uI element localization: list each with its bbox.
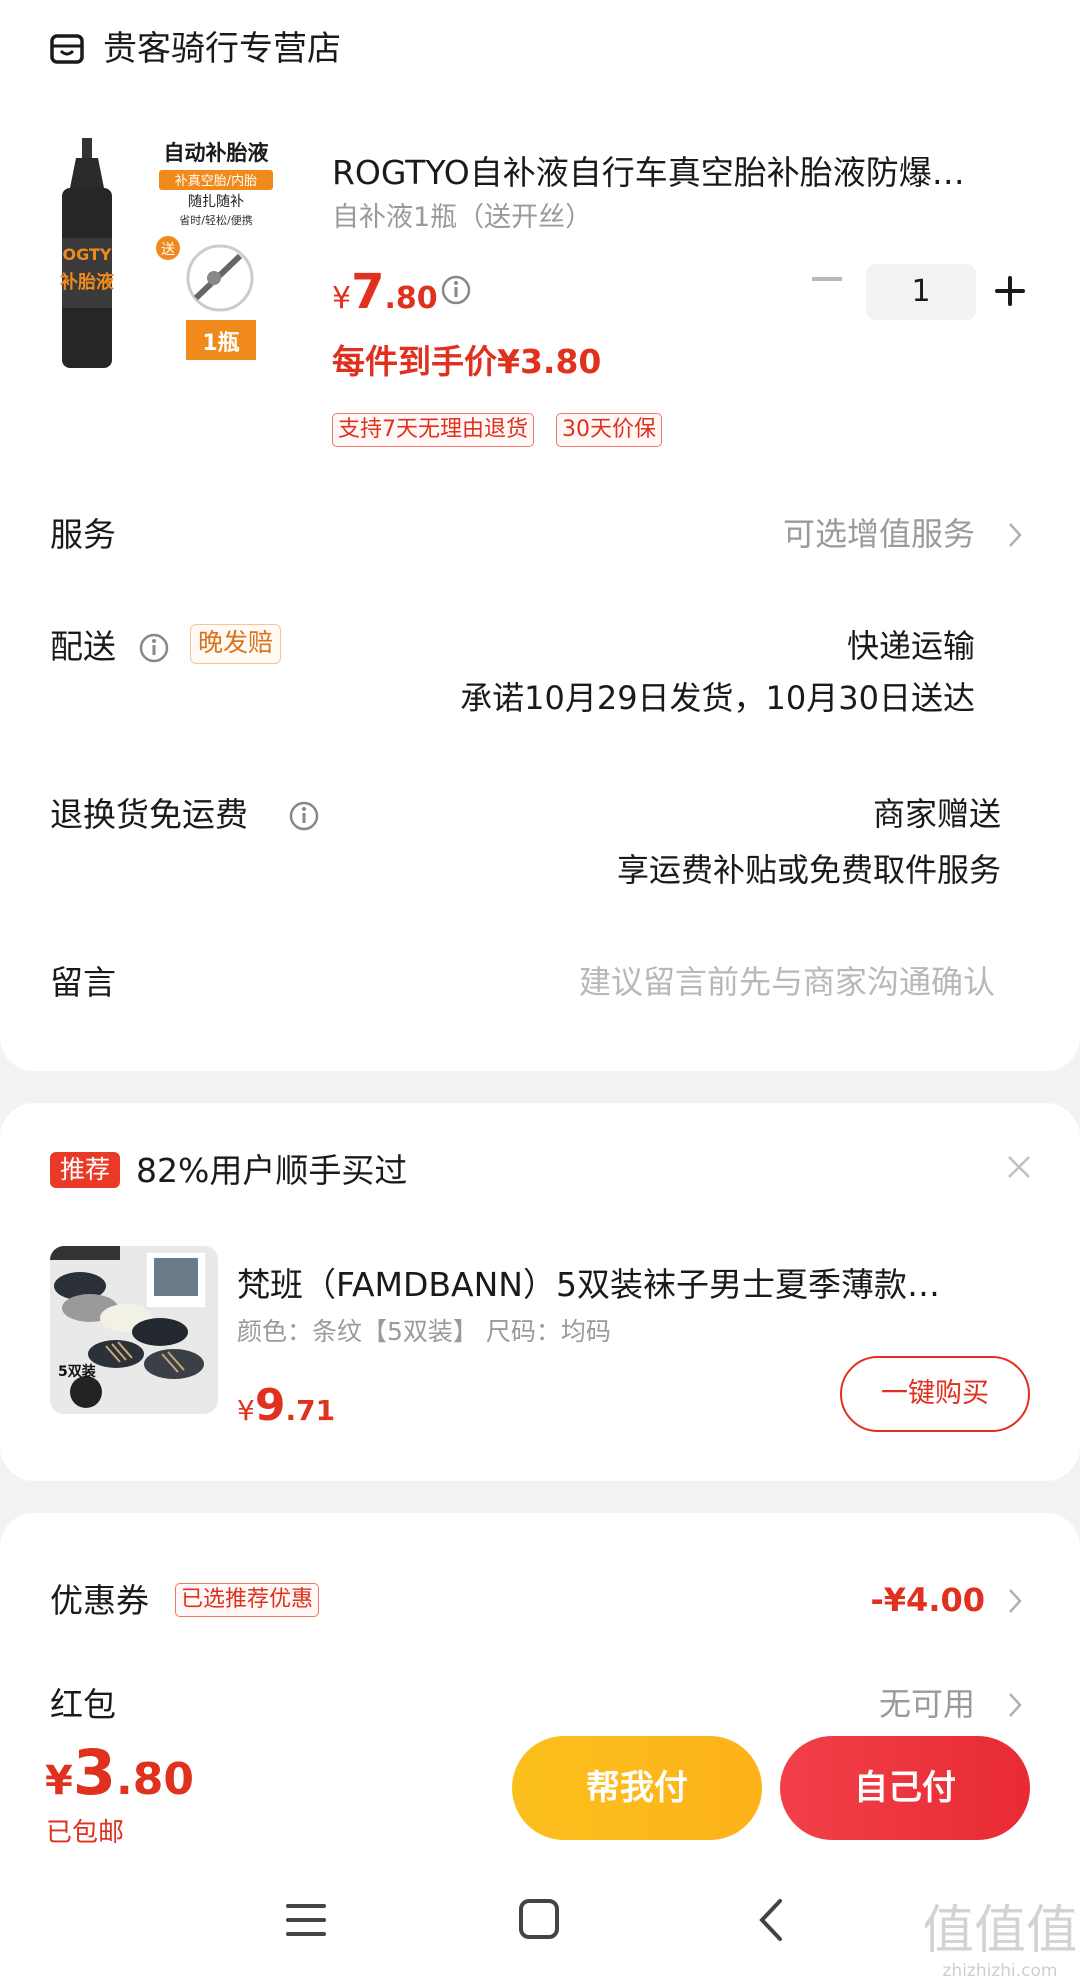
return-value: 商家赠送 — [872, 795, 1001, 833]
chevron-right-icon[interactable] — [1008, 1588, 1022, 1614]
return-label: 退换货免运费 — [50, 795, 248, 834]
image-line1: 随扎随补 — [188, 194, 244, 210]
tag-price-protect: 30天价保 — [556, 413, 662, 447]
recommend-item-spec: 颜色：条纹【5双装】 尺码：均码 — [237, 1317, 611, 1346]
coupon-label: 优惠券 — [50, 1581, 149, 1620]
store-icon — [50, 34, 84, 64]
quantity-increase-button[interactable] — [995, 276, 1025, 306]
watermark-image: 值值值 zhizhizhi.com — [922, 1901, 1078, 1981]
back-icon[interactable] — [758, 1898, 784, 1942]
watermark-site: zhizhizhi.com — [943, 1961, 1058, 1981]
self-pay-button[interactable]: 自己付 — [780, 1736, 1030, 1840]
price-dec: .80 — [384, 281, 438, 316]
image-line2: 省时/轻松/便携 — [179, 213, 252, 227]
price-info-icon[interactable] — [440, 274, 472, 306]
help-pay-button[interactable]: 帮我付 — [512, 1736, 762, 1840]
coupon-value[interactable]: -¥4.00 — [871, 1578, 986, 1622]
recommend-item-name[interactable]: 梵班（FAMDBANN）5双装袜子男士夏季薄款… — [237, 1262, 1007, 1308]
free-shipping-label: 已包邮 — [46, 1818, 125, 1848]
socks-picture: 5双装 — [50, 1246, 218, 1414]
product-image[interactable]: OGTY 补胎液 自动补胎液 补真空胎/内胎 随扎随补 省时/轻松/便携 送 1… — [56, 138, 302, 388]
image-heading: 自动补胎液 — [164, 141, 269, 165]
image-count: 1瓶 — [202, 331, 239, 356]
system-navigation-bar — [0, 1848, 1080, 1988]
recommend-item-image[interactable]: 5双装 — [50, 1246, 218, 1414]
coupon-selected-tag: 已选推荐优惠 — [175, 1583, 320, 1617]
watermark-logo: 值值值 zhizhizhi.com — [922, 1898, 1078, 1984]
home-icon[interactable] — [518, 1898, 560, 1940]
tag-return-policy: 支持7天无理由退货 — [332, 413, 534, 447]
menu-icon[interactable] — [286, 1902, 326, 1938]
delivery-method: 快递运输 — [846, 627, 975, 665]
quantity-value[interactable]: 1 — [866, 264, 976, 320]
message-input[interactable]: 建议留言前先与商家沟通确认 — [579, 960, 995, 1004]
rec-price-int: 9 — [254, 1380, 286, 1431]
product-price: ¥7.80 — [332, 264, 438, 320]
rec-price-dec: .71 — [285, 1394, 336, 1427]
recommend-badge: 推荐 — [50, 1152, 120, 1188]
product-title[interactable]: ROGTYO自补液自行车真空胎补胎液防爆… — [332, 150, 1022, 196]
quantity-decrease-button[interactable] — [812, 277, 842, 281]
one-click-buy-button[interactable]: 一键购买 — [840, 1356, 1030, 1432]
rec-price-currency: ¥ — [237, 1394, 255, 1427]
delivery-label: 配送 — [50, 627, 116, 666]
final-price: 每件到手价¥3.80 — [332, 342, 602, 381]
product-variant[interactable]: 自补液1瓶（送开丝） — [332, 200, 592, 236]
chevron-right-icon[interactable] — [1008, 522, 1022, 548]
total-currency: ¥ — [45, 1758, 73, 1804]
message-label: 留言 — [50, 963, 116, 1002]
bottle-text: OGTY — [63, 245, 112, 264]
total-dec: .80 — [115, 1754, 194, 1805]
store-name[interactable]: 贵客骑行专营店 — [103, 26, 341, 72]
close-icon[interactable] — [1006, 1154, 1032, 1180]
delivery-info-icon[interactable] — [138, 632, 170, 664]
image-gift: 送 — [161, 242, 175, 258]
price-int: 7 — [351, 264, 385, 320]
price-currency: ¥ — [332, 281, 352, 316]
total-price: ¥3.80 — [45, 1736, 194, 1809]
service-label: 服务 — [50, 515, 116, 554]
recommend-item-price: ¥9.71 — [237, 1380, 335, 1431]
total-int: 3 — [72, 1736, 116, 1809]
return-info-icon[interactable] — [288, 800, 320, 832]
return-service: 享运费补贴或免费取件服务 — [616, 851, 1001, 889]
recommend-title: 82%用户顺手买过 — [136, 1151, 408, 1190]
bottle-label: 补胎液 — [59, 271, 115, 293]
tire-sealant-picture: OGTY 补胎液 自动补胎液 补真空胎/内胎 随扎随补 省时/轻松/便携 送 1… — [59, 138, 273, 368]
socks-image-label: 5双装 — [58, 1363, 97, 1380]
image-subheading: 补真空胎/内胎 — [175, 173, 257, 189]
late-compensation-badge[interactable]: 晚发赔 — [190, 624, 282, 664]
chevron-right-icon[interactable] — [1008, 1692, 1022, 1718]
watermark-glyphs: 值值值 — [925, 1901, 1075, 1961]
delivery-promise: 承诺10月29日发货，10月30日送达 — [460, 679, 975, 717]
service-value[interactable]: 可选增值服务 — [783, 512, 975, 556]
